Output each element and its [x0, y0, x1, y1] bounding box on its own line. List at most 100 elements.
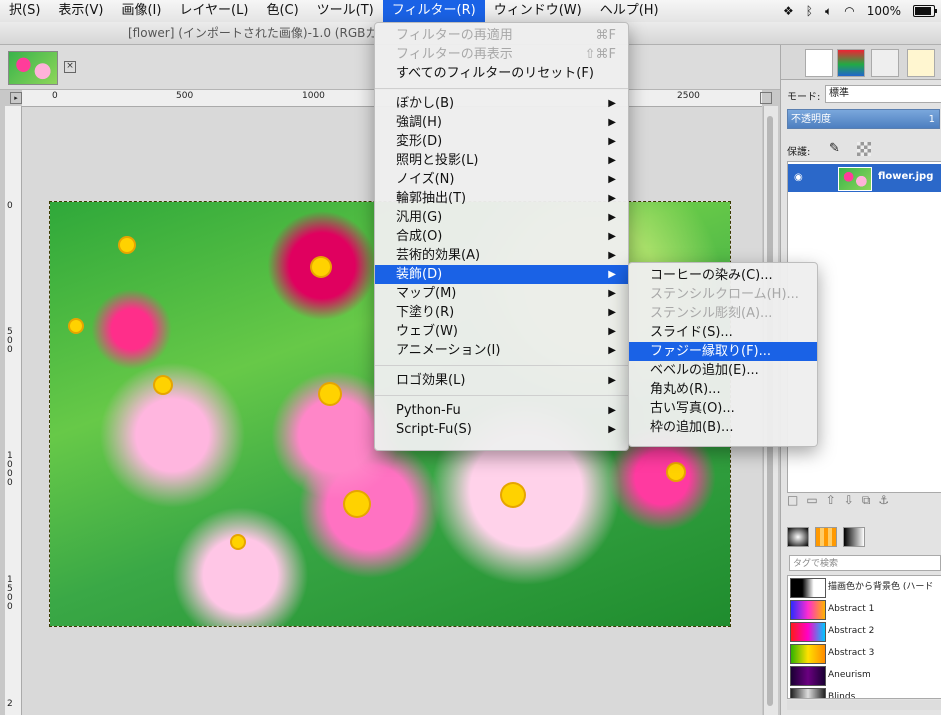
dropbox-icon[interactable]: ❖ — [783, 4, 794, 18]
menu-item[interactable]: すべてのフィルターのリセット(F) — [375, 64, 628, 83]
wifi-icon[interactable]: ◠ — [844, 4, 854, 18]
menu-item[interactable]: ウェブ(W) ▶ — [375, 322, 628, 341]
gradient-list[interactable]: 描画色から背景色 (ハード Abstract 1 Abstract 2 Abst… — [787, 575, 941, 699]
menu-colors[interactable]: 色(C) — [257, 0, 307, 22]
gradient-swatch — [790, 644, 826, 664]
menu-item[interactable]: 枠の追加(B)... — [629, 418, 817, 437]
list-item[interactable]: Abstract 3 — [788, 642, 941, 664]
flower-center — [668, 464, 684, 480]
close-icon[interactable]: × — [64, 61, 76, 73]
menu-item[interactable]: 芸術的効果(A) ▶ — [375, 246, 628, 265]
undo-history-tab-icon[interactable] — [907, 49, 935, 77]
menu-tools[interactable]: ツール(T) — [308, 0, 383, 22]
flower-center — [232, 536, 244, 548]
ruler-tick-label: 0 — [7, 201, 13, 211]
menu-item[interactable]: スライド(S)... — [629, 323, 817, 342]
paths-tab-icon[interactable] — [871, 49, 899, 77]
menu-view[interactable]: 表示(V) — [49, 0, 112, 22]
menu-item-label: Script-Fu(S) — [396, 422, 472, 437]
lock-alpha-icon[interactable] — [857, 142, 871, 156]
ruler-tick-label: 500 — [176, 91, 194, 101]
menu-item-label: 芸術的効果(A) — [396, 248, 481, 263]
menu-item[interactable]: 角丸め(R)... — [629, 380, 817, 399]
menu-windows[interactable]: ウィンドウ(W) — [485, 0, 591, 22]
layers-tab-icon[interactable] — [805, 49, 833, 77]
list-item[interactable]: 描画色から背景色 (ハード — [788, 576, 941, 598]
menu-separator — [375, 88, 628, 89]
menu-item[interactable]: 古い写真(O)... — [629, 399, 817, 418]
menu-item-label: アニメーション(I) — [396, 343, 501, 358]
volume-icon[interactable]: 🔈︎ — [825, 4, 832, 19]
gradient-swatch — [790, 578, 826, 598]
menu-item[interactable]: 合成(O) ▶ — [375, 227, 628, 246]
menu-item[interactable]: ぼかし(B) ▶ — [375, 94, 628, 113]
flower-center — [120, 238, 134, 252]
menu-item[interactable]: マップ(M) ▶ — [375, 284, 628, 303]
menu-item-label: 照明と投影(L) — [396, 153, 479, 168]
duplicate-layer-icon[interactable]: ⧉ — [862, 493, 871, 513]
mode-select[interactable]: 標準 — [825, 85, 941, 103]
menu-item[interactable]: 変形(D) ▶ — [375, 132, 628, 151]
flower-center — [155, 377, 171, 393]
list-item[interactable]: Abstract 1 — [788, 598, 941, 620]
ruler-tick-label: 0 — [52, 91, 58, 101]
layer-row[interactable]: ◉ flower.jpg — [788, 164, 941, 192]
brush-gradient-tabs — [787, 527, 941, 549]
tag-search-input[interactable]: タグで検索 — [789, 555, 941, 571]
brushes-tab-icon[interactable] — [787, 527, 809, 547]
list-item[interactable]: Abstract 2 — [788, 620, 941, 642]
anchor-layer-icon[interactable]: ⚓︎ — [878, 493, 889, 513]
submenu-arrow-icon: ▶ — [608, 231, 616, 242]
menu-item-label: すべてのフィルターのリセット(F) — [396, 66, 594, 81]
opacity-slider[interactable]: 不透明度 1 — [787, 109, 940, 129]
gradient-swatch — [790, 666, 826, 686]
menu-item[interactable]: Script-Fu(S) ▶ — [375, 420, 628, 439]
menu-item[interactable]: 装飾(D) ▶ — [375, 265, 628, 284]
menu-filters[interactable]: フィルター(R) — [382, 0, 485, 22]
menu-item[interactable]: 照明と投影(L) ▶ — [375, 151, 628, 170]
menu-item[interactable]: コーヒーの染み(C)... — [629, 266, 817, 285]
menu-item[interactable]: 強調(H) ▶ — [375, 113, 628, 132]
menu-item[interactable]: Python-Fu ▶ — [375, 401, 628, 420]
status-area: ❖ ᛒ 🔈︎ ◠ 100% — [783, 0, 941, 22]
new-layer-icon[interactable]: □ — [787, 493, 798, 513]
channels-tab-icon[interactable] — [837, 49, 865, 77]
menu-item-label: スライド(S)... — [650, 325, 733, 340]
ruler-tick-label: 2500 — [677, 91, 700, 101]
new-layer-group-icon[interactable]: ▭ — [806, 493, 817, 513]
dock-horizontal-scrollbar[interactable] — [787, 700, 941, 710]
menu-item[interactable]: 汎用(G) ▶ — [375, 208, 628, 227]
lower-layer-icon[interactable]: ⇩ — [844, 493, 854, 513]
menu-item[interactable]: 輪郭抽出(T) ▶ — [375, 189, 628, 208]
patterns-tab-icon[interactable] — [814, 527, 837, 547]
menu-item-label: 下塗り(R) — [396, 305, 455, 320]
menu-select[interactable]: 択(S) — [0, 0, 49, 22]
menu-item[interactable]: ノイズ(N) ▶ — [375, 170, 628, 189]
menu-item[interactable]: ロゴ効果(L) ▶ — [375, 371, 628, 390]
bluetooth-icon[interactable]: ᛒ — [806, 4, 813, 18]
menu-item[interactable]: ベベルの追加(E)... — [629, 361, 817, 380]
raise-layer-icon[interactable]: ⇧ — [826, 493, 836, 513]
list-item[interactable]: Blinds — [788, 686, 941, 698]
submenu-arrow-icon: ▶ — [608, 345, 616, 356]
menu-item-label: 汎用(G) — [396, 210, 443, 225]
menu-image[interactable]: 画像(I) — [112, 0, 170, 22]
vertical-ruler[interactable]: 0 500 1000 1500 2 — [5, 106, 22, 715]
battery-icon[interactable] — [913, 5, 937, 17]
opacity-value: 1 — [928, 114, 935, 125]
lock-pixels-icon[interactable]: ✎ — [829, 141, 840, 156]
zoom-corner-icon[interactable] — [760, 92, 772, 104]
list-item[interactable]: Aneurism — [788, 664, 941, 686]
gradients-tab-icon[interactable] — [842, 527, 865, 547]
eye-icon[interactable]: ◉ — [794, 172, 803, 183]
quickmask-corner-icon[interactable]: ▸ — [10, 92, 22, 104]
menu-item: ステンシルクローム(H)... — [629, 285, 817, 304]
menu-item[interactable]: ファジー縁取り(F)... — [629, 342, 817, 361]
menu-help[interactable]: ヘルプ(H) — [591, 0, 668, 22]
menu-item[interactable]: 下塗り(R) ▶ — [375, 303, 628, 322]
flower-center — [312, 258, 330, 276]
menu-item-label: フィルターの再表示 — [396, 47, 513, 62]
menu-layer[interactable]: レイヤー(L) — [170, 0, 257, 22]
menu-item[interactable]: アニメーション(I) ▶ — [375, 341, 628, 360]
image-tab-thumbnail[interactable] — [8, 51, 58, 85]
